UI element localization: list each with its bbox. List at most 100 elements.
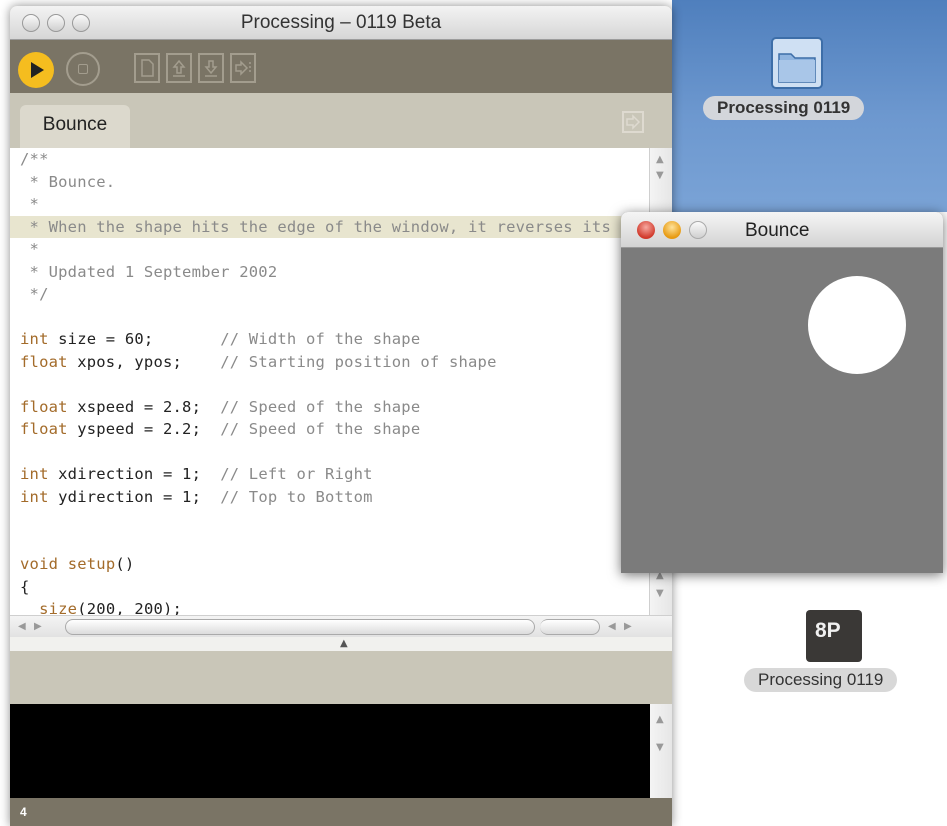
- code-token: size: [39, 600, 78, 615]
- app-icon-glyph: 8P: [815, 619, 841, 642]
- code-token: */: [20, 285, 49, 303]
- code-token: // Starting position of shape: [220, 352, 497, 371]
- bouncing-ball: [808, 276, 906, 374]
- processing-editor-window: Processing – 0119 Beta Bounce /** * Boun…: [10, 6, 672, 826]
- code-line: * Bounce.: [10, 171, 649, 194]
- scroll-up-icon[interactable]: ▲: [656, 154, 664, 165]
- code-line: float xpos, ypos; // Starting position o…: [10, 351, 649, 374]
- code-token: // Left or Right: [220, 465, 373, 483]
- toolbar: [10, 40, 672, 93]
- code-token: float: [20, 397, 68, 416]
- divider-grip-icon[interactable]: ▲: [340, 638, 348, 649]
- code-token: (200, 200);: [77, 600, 183, 615]
- scroll-down-icon[interactable]: ▼: [656, 170, 664, 181]
- code-token: yspeed = 2.2;: [67, 420, 221, 438]
- open-button[interactable]: [166, 53, 192, 83]
- code-line: int xdirection = 1; // Left or Right: [10, 463, 649, 486]
- bounce-sketch-window: Bounce: [621, 212, 943, 573]
- code-token: // Speed of the shape: [220, 397, 421, 416]
- stop-button[interactable]: [66, 52, 100, 86]
- save-icon: [204, 60, 218, 77]
- code-line: */: [10, 283, 649, 306]
- play-icon: [31, 62, 44, 78]
- bounce-title-bar[interactable]: Bounce: [621, 212, 943, 248]
- code-token: *: [20, 240, 40, 258]
- console-area: [10, 704, 650, 798]
- line-number: 4: [20, 805, 27, 819]
- code-token: *: [20, 195, 40, 213]
- code-editor[interactable]: /** * Bounce. * * When the shape hits th…: [10, 148, 649, 615]
- sketch-canvas: [621, 248, 943, 573]
- export-button[interactable]: [230, 53, 256, 83]
- code-token: size = 60;: [48, 330, 221, 348]
- scroll-right-icon-right[interactable]: ▶: [624, 621, 632, 632]
- code-line: {: [10, 576, 649, 599]
- code-line: /**: [10, 148, 649, 171]
- code-line: float yspeed = 2.2; // Speed of the shap…: [10, 418, 649, 441]
- minimize-button[interactable]: [663, 221, 681, 239]
- folder-label[interactable]: Processing 0119: [703, 96, 865, 120]
- code-line: *: [10, 238, 649, 261]
- code-token: ydirection = 1;: [48, 487, 221, 506]
- title-bar[interactable]: Processing – 0119 Beta: [10, 6, 672, 40]
- code-token: * When the shape hits the edge of the wi…: [20, 217, 649, 236]
- code-token: int: [20, 487, 49, 506]
- console-scroll-down-icon[interactable]: ▼: [656, 742, 664, 753]
- processing-app-icon[interactable]: 8P: [806, 610, 862, 662]
- code-token: xpos, ypos;: [67, 352, 221, 371]
- zoom-button[interactable]: [689, 221, 707, 239]
- message-area: [10, 651, 672, 704]
- stop-icon: [78, 64, 88, 74]
- scroll-right-icon[interactable]: ▶: [34, 621, 42, 632]
- new-button[interactable]: [134, 53, 160, 83]
- scroll-left-icon-right[interactable]: ◀: [608, 621, 616, 632]
- scroll-left-icon[interactable]: ◀: [18, 621, 26, 632]
- code-line: float xspeed = 2.8; // Speed of the shap…: [10, 396, 649, 419]
- code-line: * When the shape hits the edge of the wi…: [10, 215, 649, 238]
- code-token: float: [20, 352, 68, 371]
- code-token: int: [20, 330, 49, 348]
- folder-icon[interactable]: [769, 36, 825, 90]
- horizontal-scroll-thumb-end[interactable]: [540, 619, 600, 635]
- run-button[interactable]: [18, 52, 54, 88]
- scroll-down-icon-lower[interactable]: ▼: [656, 588, 664, 599]
- status-bar: 4: [10, 798, 672, 826]
- app-label[interactable]: Processing 0119: [744, 668, 898, 692]
- code-line: int ydirection = 1; // Top to Bottom: [10, 486, 649, 509]
- console-scrollbar[interactable]: ▲ ▼: [650, 704, 672, 798]
- code-line: *: [10, 193, 649, 216]
- code-line: * Updated 1 September 2002: [10, 261, 649, 284]
- code-token: // Top to Bottom: [220, 487, 373, 506]
- code-token: * Bounce.: [20, 172, 116, 191]
- save-button[interactable]: [198, 53, 224, 83]
- window-title: Processing – 0119 Beta: [240, 12, 442, 33]
- close-button[interactable]: [637, 221, 655, 239]
- tab-bar: Bounce: [10, 93, 672, 148]
- editor-horizontal-scrollbar[interactable]: ◀ ▶ ◀ ▶: [10, 615, 672, 637]
- bounce-window-title: Bounce: [745, 220, 810, 241]
- code-token: int: [20, 465, 49, 483]
- code-token: setup: [67, 555, 116, 573]
- tab-menu-button[interactable]: [622, 111, 644, 133]
- open-icon: [172, 59, 186, 77]
- new-file-icon: [141, 59, 154, 77]
- code-token: void: [20, 555, 59, 573]
- arrow-right-icon: [626, 114, 641, 130]
- tab-bounce[interactable]: Bounce: [20, 105, 130, 148]
- code-token: /**: [20, 150, 49, 168]
- code-token: // Width of the shape: [220, 330, 421, 348]
- console-scroll-up-icon[interactable]: ▲: [656, 714, 664, 725]
- code-token: xspeed = 2.8;: [67, 397, 221, 416]
- export-icon: [235, 60, 251, 76]
- code-line: void setup(): [10, 553, 649, 576]
- horizontal-scroll-thumb[interactable]: [65, 619, 535, 635]
- code-token: float: [20, 420, 68, 438]
- code-token: {: [20, 577, 30, 596]
- pane-divider[interactable]: ▲: [10, 637, 672, 651]
